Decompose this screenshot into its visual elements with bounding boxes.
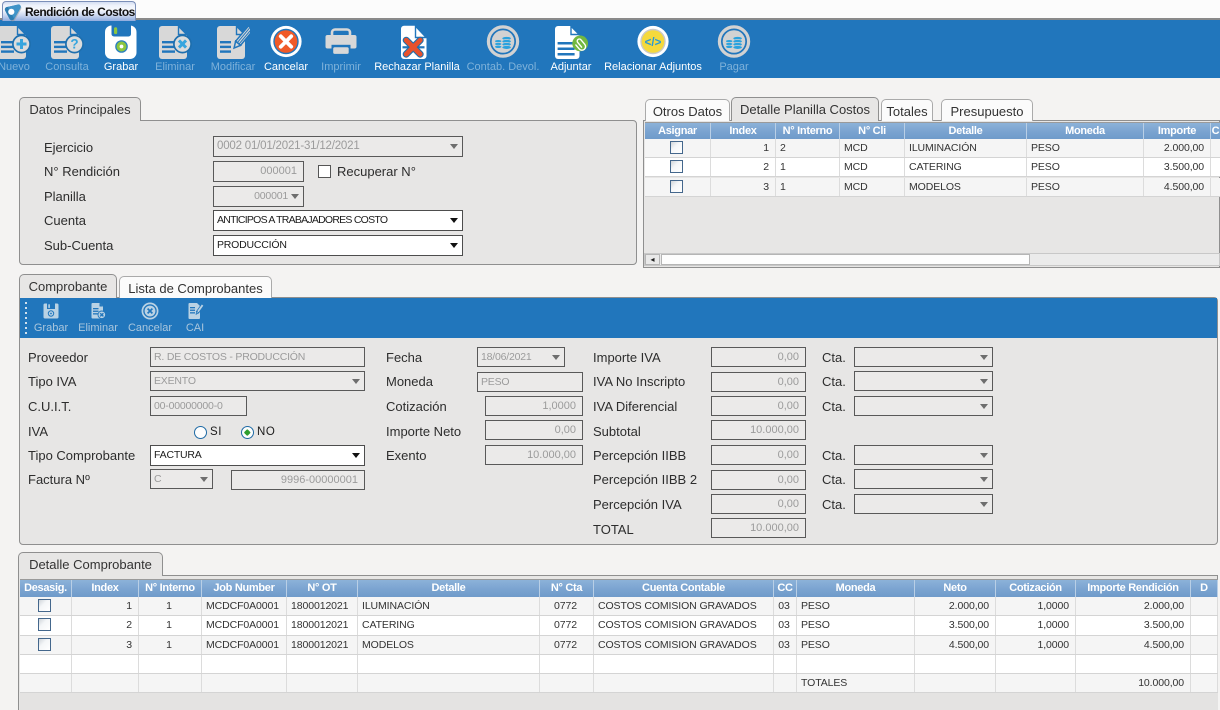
svg-text:</>: </> [645,37,662,49]
